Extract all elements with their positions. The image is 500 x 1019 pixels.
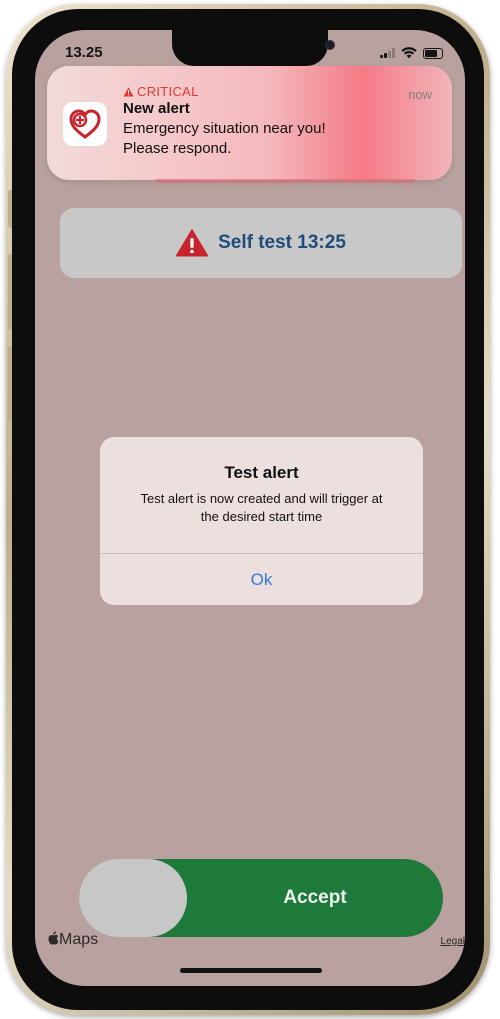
accept-slider[interactable]: Accept <box>79 859 443 937</box>
app-icon <box>63 102 107 146</box>
notification-body-line2: Please respond. <box>123 140 232 157</box>
ok-button[interactable]: Ok <box>100 554 423 605</box>
notch <box>172 30 335 66</box>
critical-label: CRITICAL <box>123 84 199 99</box>
status-icons <box>380 47 443 59</box>
critical-warning-icon <box>123 87 134 97</box>
self-test-label: Self test 13:25 <box>218 232 346 253</box>
apple-logo-icon <box>48 931 59 945</box>
self-test-banner[interactable]: Self test 13:25 <box>60 208 462 278</box>
test-alert-dialog: Test alert Test alert is now created and… <box>100 437 423 605</box>
critical-notification[interactable]: CRITICAL now New alert Emergency situati… <box>47 66 452 180</box>
notification-body-line1: Emergency situation near you! <box>123 120 326 137</box>
cellular-signal-icon <box>380 48 395 58</box>
heart-shield-icon <box>69 109 101 139</box>
legal-link[interactable]: Legal <box>441 936 465 947</box>
slider-knob[interactable] <box>79 859 187 937</box>
notification-body: Emergency situation near you! Please res… <box>123 119 413 159</box>
critical-text: CRITICAL <box>137 84 199 99</box>
notification-stack-shadow <box>155 179 415 183</box>
screen: 13.25 CRITICAL now New alert Emergency s… <box>35 30 465 986</box>
wifi-icon <box>401 47 417 59</box>
battery-icon <box>423 47 443 59</box>
warning-triangle-icon <box>176 229 209 257</box>
maps-logo: Maps <box>47 931 98 949</box>
dialog-title: Test alert <box>224 463 299 482</box>
status-time: 13.25 <box>65 44 103 61</box>
notification-title: New alert <box>123 100 190 117</box>
accept-label: Accept <box>283 887 347 908</box>
camera-dot <box>325 40 335 50</box>
notification-time: now <box>408 87 432 102</box>
maps-text: Maps <box>59 931 99 948</box>
home-indicator[interactable] <box>180 968 322 973</box>
dialog-message: Test alert is now created and will trigg… <box>140 491 383 524</box>
